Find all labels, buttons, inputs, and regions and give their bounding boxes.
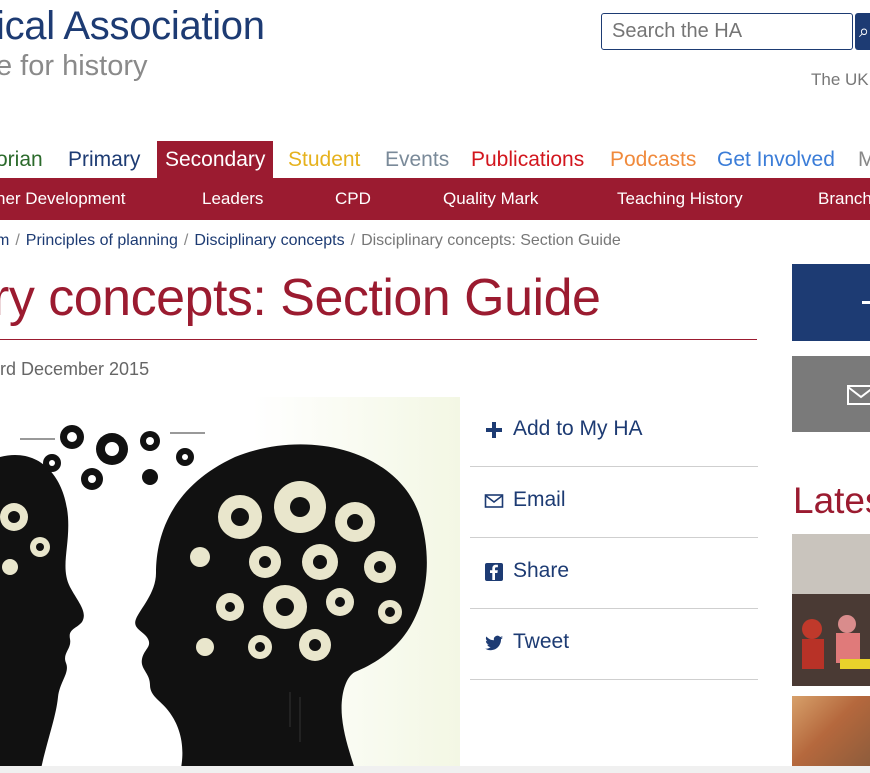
nav-tab-get-involved[interactable]: Get Involved [717,141,835,178]
nav-tab-label: Get Involved [717,148,835,171]
subnav-item-teaching-history[interactable]: Teaching History [617,178,743,220]
envelope-icon [484,494,504,508]
latest-heading: Lates [793,480,870,521]
classroom-photo [792,534,870,686]
sidebar-add-button[interactable] [792,264,870,341]
tweet-button[interactable]: Tweet [470,610,758,680]
nav-tab-more[interactable]: M [858,141,870,178]
facebook-icon [485,563,503,581]
subnav-item-branch[interactable]: Branch [818,178,870,220]
breadcrumb-separator: / [350,232,356,249]
breadcrumb-separator: / [183,232,189,249]
envelope-icon [847,385,870,405]
site-logo-title[interactable]: ical Association [0,4,265,49]
breadcrumb-link[interactable]: m [0,232,9,249]
breadcrumb-link[interactable]: Disciplinary concepts [194,232,344,249]
latest-thumbnail-classroom[interactable] [792,534,870,686]
nav-tab-student[interactable]: Student [288,141,360,178]
publish-date: rd December 2015 [0,359,150,379]
page-bottom-edge [0,766,870,773]
sub-navigation: her Development Leaders CPD Quality Mark… [0,178,870,220]
breadcrumb-separator: / [15,232,20,249]
nav-tab-label: M [858,148,870,171]
subnav-item-cpd[interactable]: CPD [335,178,371,220]
nav-tab-label: orian [0,148,43,171]
title-divider [0,339,757,340]
subnav-item-development[interactable]: her Development [0,178,125,220]
plus-icon [486,422,502,438]
nav-tab-label: Primary [68,148,141,171]
nav-tab-events[interactable]: Events [385,141,449,178]
nav-tab-historian[interactable]: orian [0,141,43,178]
nav-tab-primary[interactable]: Primary [68,141,140,178]
share-item-label: Email [513,488,566,511]
breadcrumb-current: Disciplinary concepts: Section Guide [361,232,621,249]
nav-tab-secondary[interactable]: Secondary [157,141,274,178]
heads-with-gears-illustration [0,425,427,773]
search-input[interactable] [601,13,853,50]
article-image [0,397,460,773]
sidebar-email-button[interactable] [792,356,870,432]
search-icon: ⌕ [859,21,870,41]
nav-tab-publications[interactable]: Publications [471,141,584,178]
latest-thumbnail-painting[interactable] [792,696,870,773]
nav-tab-podcasts[interactable]: Podcasts [610,141,696,178]
search-button[interactable]: ⌕ [855,13,870,50]
nav-tab-label: Podcasts [610,148,697,171]
email-button[interactable]: Email [470,468,758,538]
subnav-item-leaders[interactable]: Leaders [202,178,263,220]
page-title: ry concepts: Section Guide [0,269,601,327]
breadcrumb-link[interactable]: Principles of planning [26,232,178,249]
nav-tab-label: Publications [471,148,585,171]
nav-tab-label: Secondary [165,148,266,171]
share-item-label: Share [513,559,570,582]
subnav-item-quality-mark[interactable]: Quality Mark [443,178,538,220]
add-to-my-ha-button[interactable]: Add to My HA [470,397,758,467]
site-logo-subtitle: e for history [0,50,148,82]
twitter-icon [485,635,503,651]
facebook-share-button[interactable]: Share [470,539,758,609]
plus-icon [862,301,870,304]
nav-tab-label: Student [288,148,361,171]
site-tagline: The UK [811,70,869,89]
share-item-label: Tweet [513,630,570,653]
breadcrumb: m / Principles of planning / Disciplinary co… [0,232,621,250]
nav-tab-label: Events [385,148,450,171]
share-item-label: Add to My HA [513,417,643,440]
